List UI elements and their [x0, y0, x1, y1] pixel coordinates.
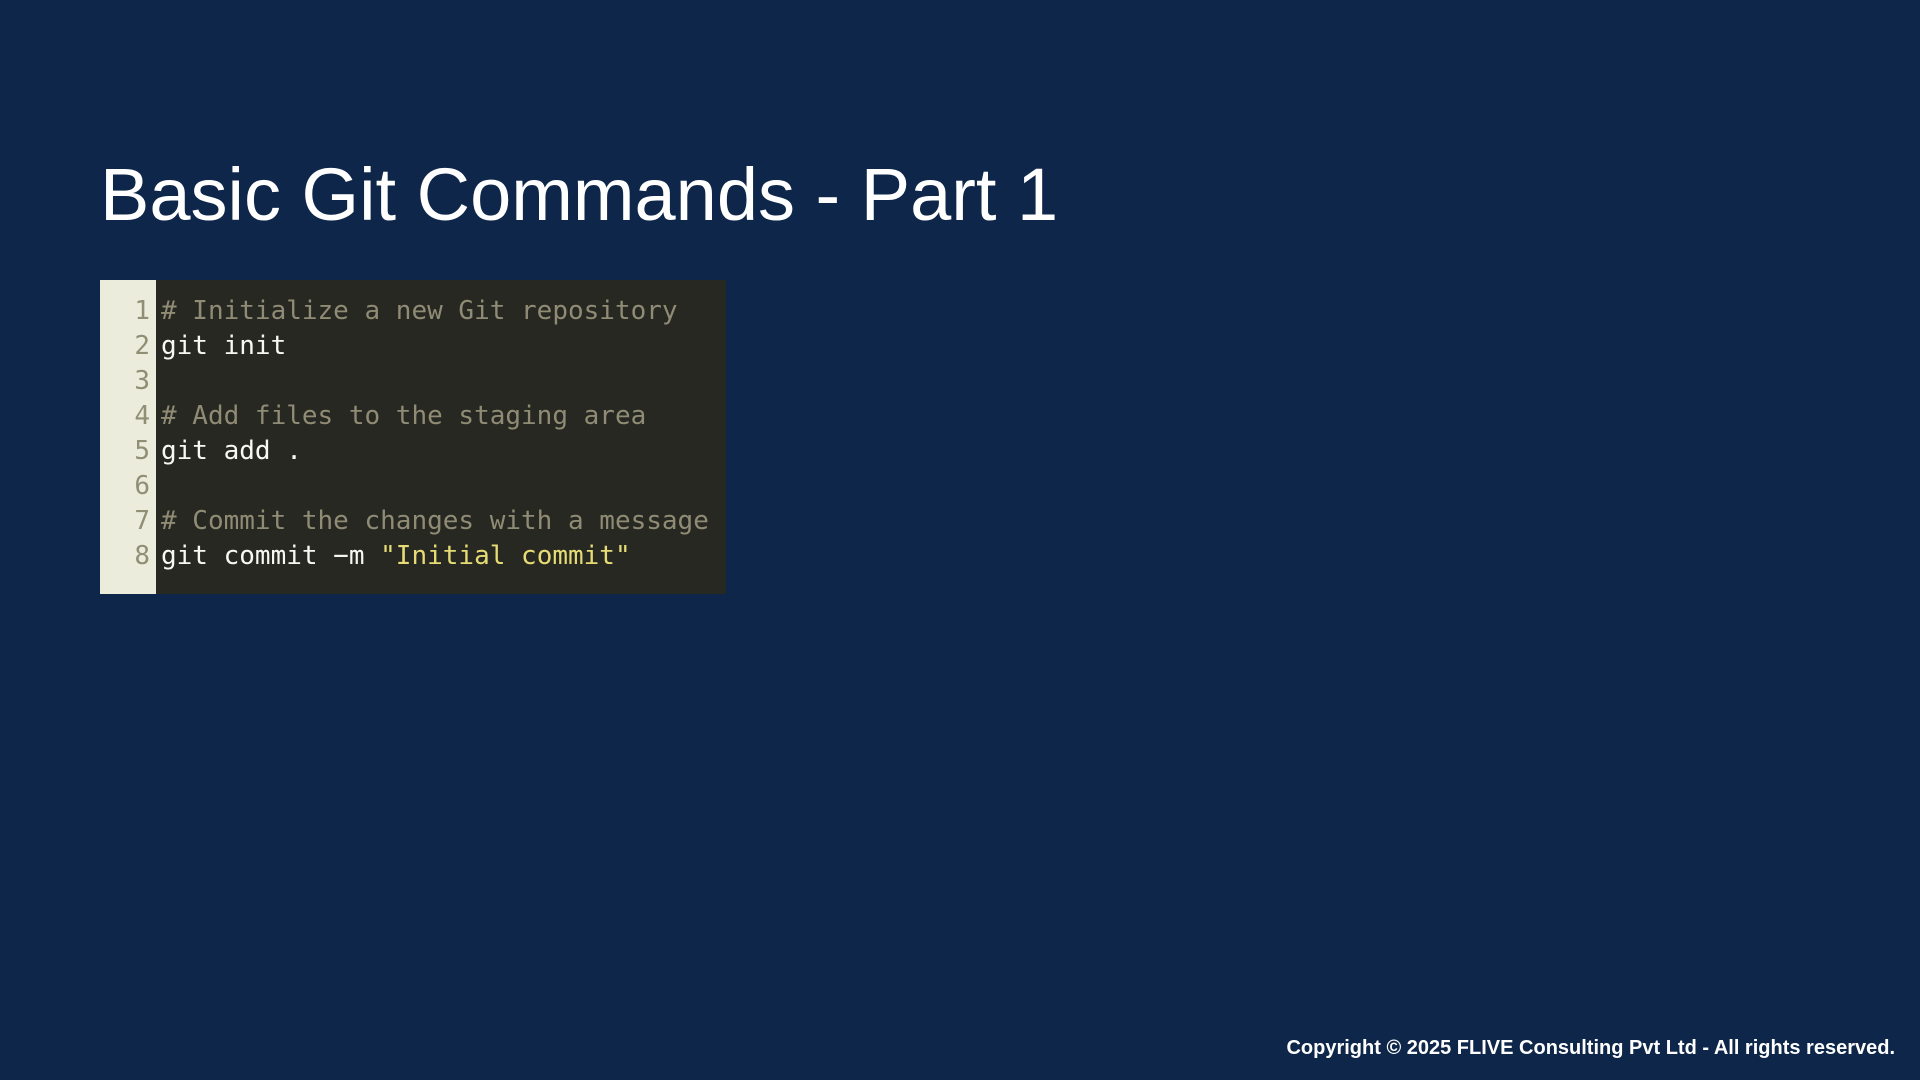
code-line-empty [161, 364, 709, 399]
line-number: 5 [134, 436, 150, 466]
slide-title: Basic Git Commands - Part 1 [100, 153, 1059, 236]
line-number: 3 [134, 366, 150, 396]
line-number: 7 [134, 506, 150, 536]
code-string: "Initial commit" [380, 541, 631, 571]
line-number: 8 [134, 541, 150, 571]
line-number-gutter: 1 2 3 4 5 6 7 8 [100, 280, 156, 594]
code-comment: # Commit the changes with a message [161, 506, 709, 536]
code-line: # Initialize a new Git repository [161, 294, 709, 329]
code-block: 1 2 3 4 5 6 7 8 # Initialize a new Git r… [100, 280, 726, 594]
code-line: # Commit the changes with a message [161, 504, 709, 539]
code-line: git init [161, 329, 709, 364]
line-number: 1 [134, 296, 150, 326]
line-number: 6 [134, 471, 150, 501]
code-command: git init [161, 331, 287, 361]
slide: Basic Git Commands - Part 1 1 2 3 4 5 6 … [0, 0, 1920, 1080]
line-number: 4 [134, 401, 150, 431]
code-line-empty [161, 469, 709, 504]
code-line: git add . [161, 434, 709, 469]
code-line: # Add files to the staging area [161, 399, 709, 434]
code-command: git commit −m [161, 541, 381, 571]
code-comment: # Initialize a new Git repository [161, 296, 678, 326]
code-comment: # Add files to the staging area [161, 401, 647, 431]
copyright-footer: Copyright © 2025 FLIVE Consulting Pvt Lt… [1286, 1037, 1895, 1059]
code-line: git commit −m "Initial commit" [161, 539, 709, 574]
line-number: 2 [134, 331, 150, 361]
code-command: git add . [161, 436, 302, 466]
code-content: # Initialize a new Git repository git in… [156, 280, 709, 594]
